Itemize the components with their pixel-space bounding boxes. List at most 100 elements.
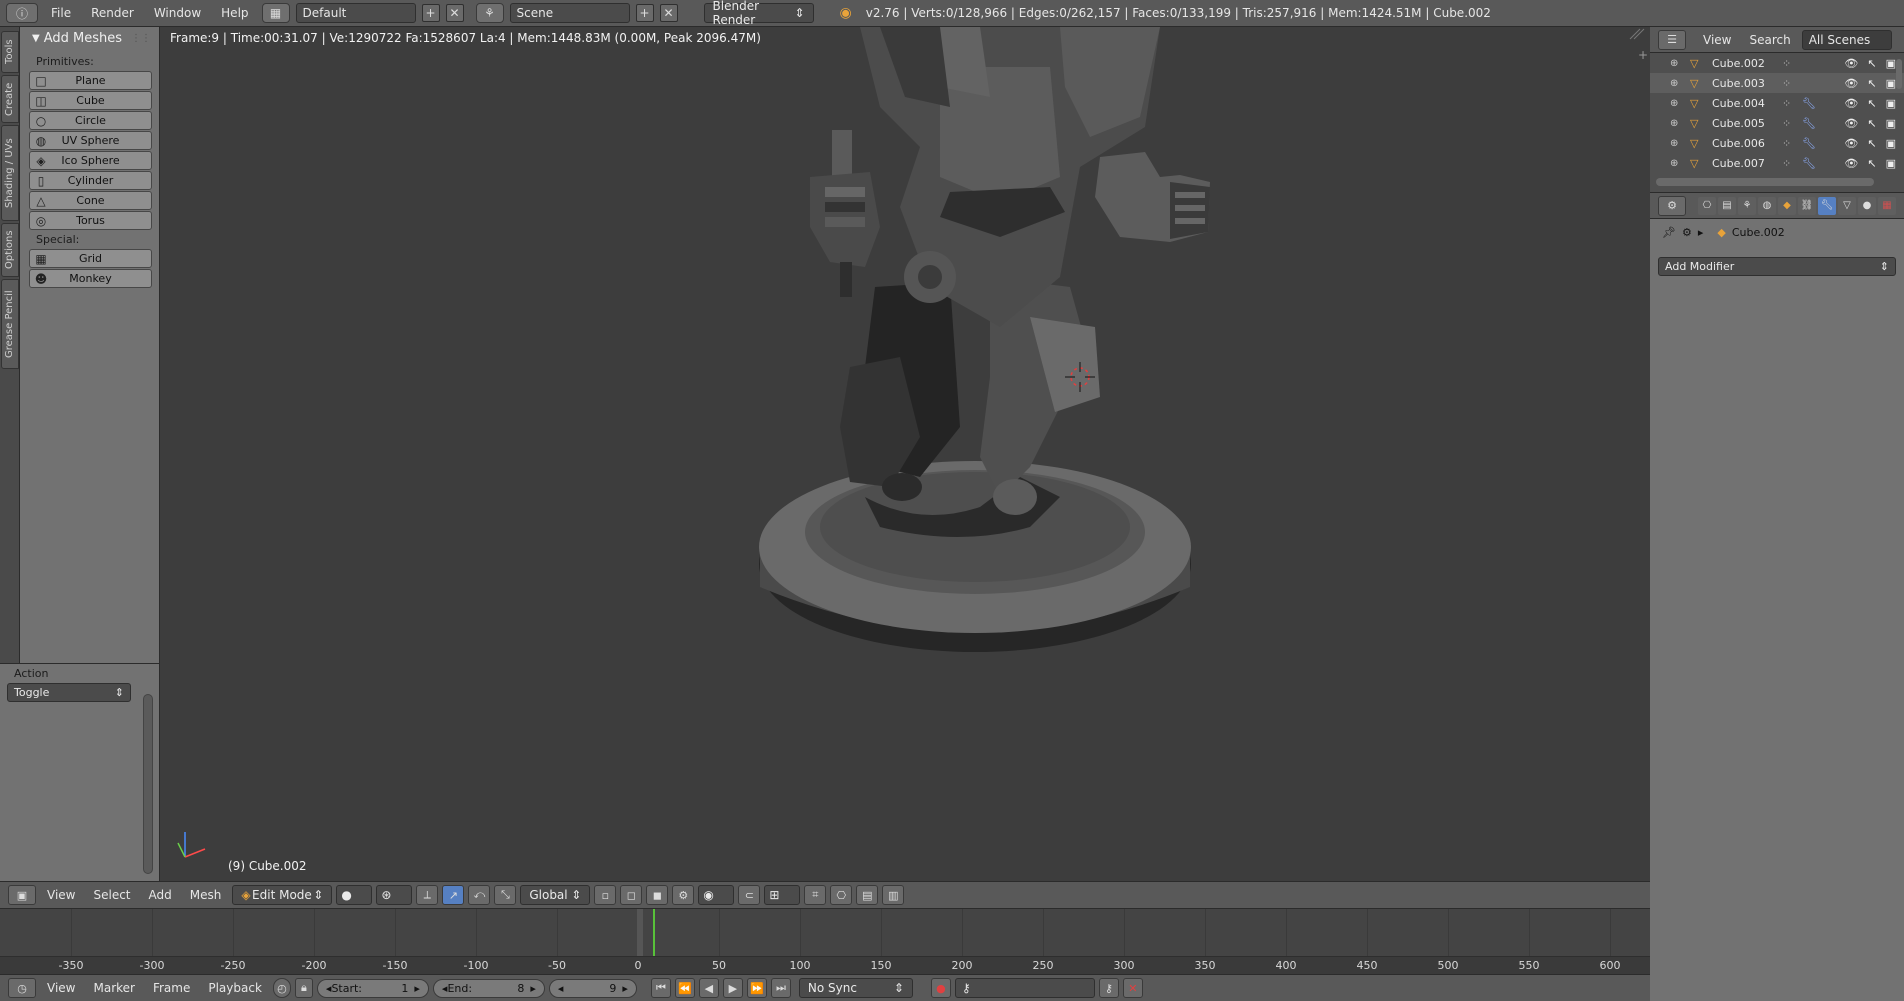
tab-create[interactable]: Create xyxy=(1,75,19,123)
viewport-shading-dropdown[interactable]: ● xyxy=(336,885,373,905)
menu-view[interactable]: View xyxy=(1696,30,1738,50)
mode-dropdown[interactable]: ◈ Edit Mode ⇕ xyxy=(232,885,333,905)
tab-constraints[interactable]: ⛓ xyxy=(1798,196,1816,215)
menu-window[interactable]: Window xyxy=(147,3,208,23)
camera-render-icon[interactable]: ▣ xyxy=(1886,77,1896,90)
cursor-arrow-icon[interactable]: ↖ xyxy=(1867,117,1876,130)
menu-view[interactable]: View xyxy=(40,978,82,998)
delete-layout-button[interactable]: ✕ xyxy=(445,4,464,22)
pin-icon[interactable]: 📌︎ xyxy=(1662,226,1676,239)
add-scene-button[interactable]: + xyxy=(635,4,654,22)
cursor-arrow-icon[interactable]: ↖ xyxy=(1867,57,1876,70)
timeline-area[interactable]: -350 -300 -250 -200 -150 -100 -50 0 50 100 150 200 2… xyxy=(0,908,1650,974)
outliner-row[interactable]: ⊕ ▽ Cube.004 ⁘ 🔧︎ 👁︎ ↖ ▣ xyxy=(1650,93,1904,113)
outliner-item-name[interactable]: Cube.002 xyxy=(1712,57,1765,70)
occlude-geometry-button[interactable]: ⚙ xyxy=(672,885,695,905)
camera-render-icon[interactable]: ▣ xyxy=(1886,117,1896,130)
play-button[interactable]: ▶ xyxy=(722,978,743,998)
editor-type-properties-button[interactable]: ⚙ xyxy=(1658,195,1686,216)
tab-modifiers[interactable]: 🔧︎ xyxy=(1818,196,1836,215)
eye-icon[interactable]: 👁︎ xyxy=(1844,57,1858,70)
expand-icon[interactable]: ⊕ xyxy=(1670,58,1678,69)
expand-icon[interactable]: ⊕ xyxy=(1670,118,1678,129)
3d-viewport[interactable]: Frame:9 | Time:00:31.07 | Ve:1290722 Fa:… xyxy=(160,27,1650,881)
tab-material[interactable]: ● xyxy=(1858,196,1876,215)
add-modifier-dropdown[interactable]: Add Modifier ⇕ xyxy=(1658,257,1896,276)
outliner-item-name[interactable]: Cube.006 xyxy=(1712,137,1765,150)
camera-render-icon[interactable]: ▣ xyxy=(1886,157,1896,170)
toggle-properties-icon[interactable]: + xyxy=(1638,48,1648,62)
edge-select-button[interactable]: ◻ xyxy=(620,885,643,905)
camera-render-icon[interactable]: ▣ xyxy=(1886,57,1896,70)
lock-frame-toggle[interactable]: 🔒︎ xyxy=(294,978,313,998)
tab-object[interactable]: ◆ xyxy=(1778,196,1796,215)
outliner-item-name[interactable]: Cube.004 xyxy=(1712,97,1765,110)
tab-tools[interactable]: Tools xyxy=(1,31,19,73)
tab-world[interactable]: ◍ xyxy=(1758,196,1776,215)
add-cone-button[interactable]: △ Cone xyxy=(29,191,152,210)
outliner-row[interactable]: ⊕ ▽ Cube.006 ⁘ 🔧︎ 👁︎ ↖ ▣ xyxy=(1650,133,1904,153)
delete-scene-button[interactable]: ✕ xyxy=(659,4,678,22)
outliner-vscrollbar[interactable] xyxy=(1896,59,1902,89)
menu-mesh[interactable]: Mesh xyxy=(183,885,229,905)
insert-keyframe-button[interactable]: ⚷ xyxy=(1098,978,1119,998)
add-meshes-panel-header[interactable]: ▼ Add Meshes ⋮⋮ xyxy=(20,27,159,49)
render-engine-dropdown[interactable]: Blender Render ⇕ xyxy=(703,0,814,27)
end-frame-field[interactable]: ◂ End: 8 ▸ xyxy=(432,978,545,998)
camera-render-icon[interactable]: ▣ xyxy=(1886,137,1896,150)
sync-mode-dropdown[interactable]: No Sync ⇕ xyxy=(798,978,913,998)
menu-view[interactable]: View xyxy=(40,885,82,905)
menu-render[interactable]: Render xyxy=(84,3,141,23)
opengl-render-button[interactable]: ▤ xyxy=(856,885,879,905)
screen-layout-field[interactable]: Default xyxy=(295,3,416,23)
pivot-point-dropdown[interactable]: ⊛ xyxy=(376,885,413,905)
eye-icon[interactable]: 👁︎ xyxy=(1844,137,1858,150)
drag-handle-icon[interactable]: ⋮⋮ xyxy=(131,33,151,44)
cursor-arrow-icon[interactable]: ↖ xyxy=(1867,137,1876,150)
outliner-item-name[interactable]: Cube.003 xyxy=(1712,77,1765,90)
scale-manipulator-button[interactable]: ⤡ xyxy=(494,885,517,905)
add-layout-button[interactable]: + xyxy=(421,4,440,22)
eye-icon[interactable]: 👁︎ xyxy=(1844,117,1858,130)
jump-start-button[interactable]: ⏮ xyxy=(650,978,671,998)
keying-set-field[interactable]: ⚷ xyxy=(954,978,1095,998)
eye-icon[interactable]: 👁︎ xyxy=(1844,157,1858,170)
screen-layout-button[interactable]: ▦ xyxy=(261,3,290,23)
current-frame-field[interactable]: ◂ 9 ▸ xyxy=(548,978,637,998)
menu-search[interactable]: Search xyxy=(1742,30,1797,50)
outliner-scrollbar[interactable] xyxy=(1656,178,1874,186)
tab-render[interactable]: ⎔ xyxy=(1698,196,1716,215)
add-ico-sphere-button[interactable]: ◈ Ico Sphere xyxy=(29,151,152,170)
frame-cursor[interactable] xyxy=(652,909,655,957)
proportional-edit-dropdown[interactable]: ◉ xyxy=(698,885,735,905)
expand-icon[interactable]: ⊕ xyxy=(1670,158,1678,169)
camera-render-icon[interactable]: ▣ xyxy=(1886,97,1896,110)
start-frame-field[interactable]: ◂ Start: 1 ▸ xyxy=(316,978,429,998)
jump-keyframe-forward-button[interactable]: ⏩ xyxy=(746,978,767,998)
face-select-button[interactable]: ◼ xyxy=(646,885,669,905)
add-cube-button[interactable]: ◫ Cube xyxy=(29,91,152,110)
opengl-animation-button[interactable]: ▥ xyxy=(882,885,905,905)
add-grid-button[interactable]: ▦ Grid xyxy=(29,249,152,268)
editor-type-3dview-button[interactable]: ▣ xyxy=(8,885,36,905)
editor-type-outliner-button[interactable]: ☰ xyxy=(1658,29,1686,50)
jump-end-button[interactable]: ⏭ xyxy=(770,978,791,998)
transform-orientation-dropdown[interactable]: Global ⇕ xyxy=(520,885,591,905)
manipulator-toggle[interactable]: ⟂ xyxy=(416,885,439,905)
outliner-item-name[interactable]: Cube.005 xyxy=(1712,117,1765,130)
add-torus-button[interactable]: ◎ Torus xyxy=(29,211,152,230)
menu-file[interactable]: File xyxy=(44,3,78,23)
scene-field[interactable]: Scene xyxy=(509,3,630,23)
outliner-item-name[interactable]: Cube.007 xyxy=(1712,157,1765,170)
cursor-arrow-icon[interactable]: ↖ xyxy=(1867,77,1876,90)
outliner-row[interactable]: ⊕ ▽ Cube.002 ⁘ 👁︎ ↖ ▣ xyxy=(1650,53,1904,73)
snap-target-button[interactable]: ⌗ xyxy=(804,885,827,905)
outliner-row[interactable]: ⊕ ▽ Cube.005 ⁘ 🔧︎ 👁︎ ↖ ▣ xyxy=(1650,113,1904,133)
auto-keyframe-button[interactable]: ● xyxy=(930,978,951,998)
menu-add[interactable]: Add xyxy=(142,885,179,905)
expand-icon[interactable]: ⊕ xyxy=(1670,98,1678,109)
eye-icon[interactable]: 👁︎ xyxy=(1844,77,1858,90)
delete-keyframe-button[interactable]: ✕ xyxy=(1122,978,1143,998)
add-plane-button[interactable]: □ Plane xyxy=(29,71,152,90)
tab-scene[interactable]: ⚘ xyxy=(1738,196,1756,215)
